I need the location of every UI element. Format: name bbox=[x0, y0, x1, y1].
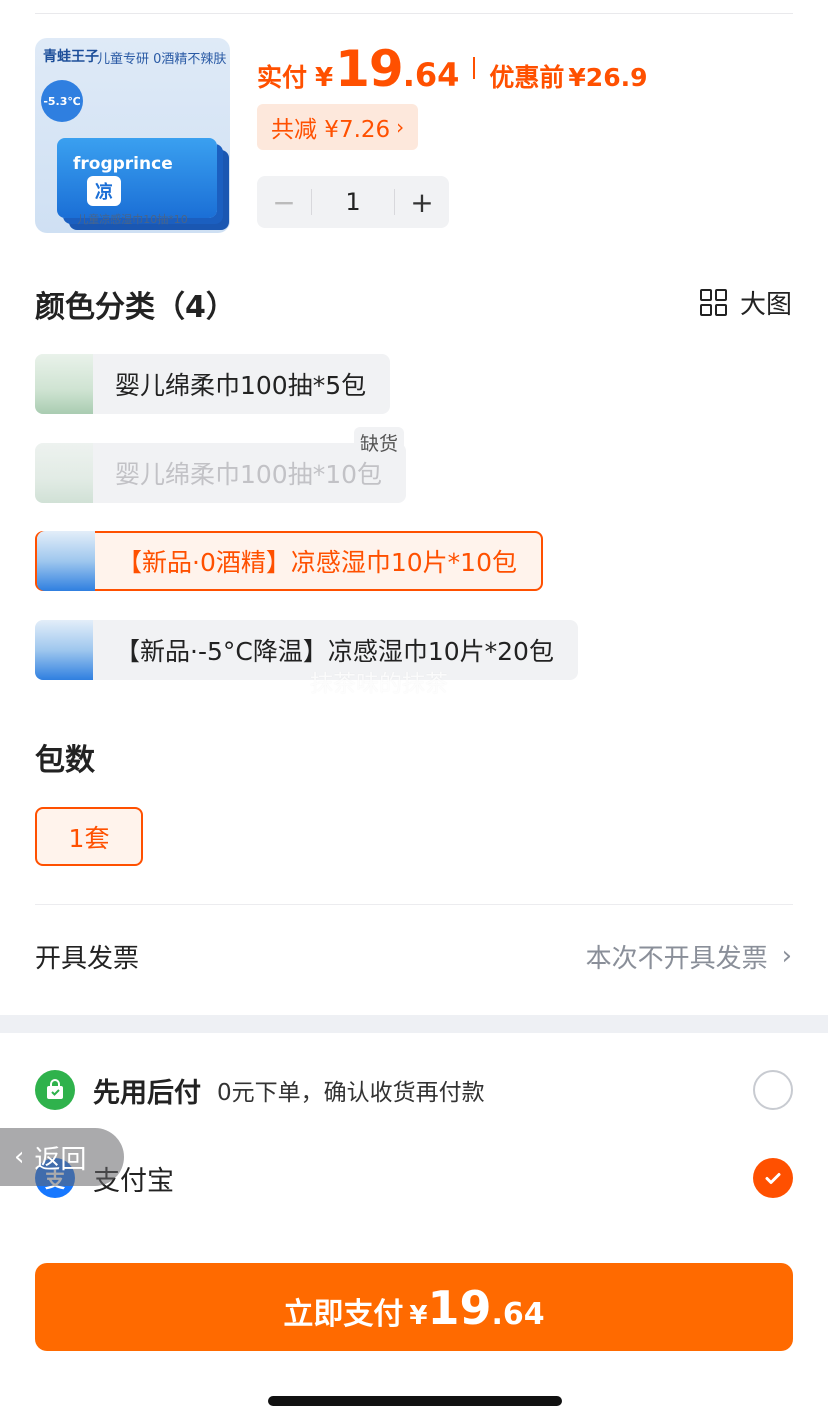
color-option-disabled[interactable]: 婴儿绵柔巾100抽*10包 缺货 bbox=[35, 427, 407, 503]
pay-button-decimal: .64 bbox=[491, 1297, 545, 1332]
price-integer: 19 bbox=[335, 40, 404, 98]
watermark: 抹茶味的抹茶 bbox=[310, 671, 448, 697]
divider bbox=[35, 904, 793, 905]
option-thumbnail bbox=[35, 443, 93, 503]
big-image-toggle[interactable]: 大图 bbox=[699, 284, 792, 321]
chevron-right-icon: › bbox=[781, 941, 792, 971]
original-price: ¥26.9 bbox=[568, 63, 648, 92]
invoice-row[interactable]: 开具发票 本次不开具发票 › bbox=[35, 930, 792, 982]
price-separator bbox=[473, 57, 476, 79]
increment-button[interactable]: + bbox=[395, 186, 449, 219]
grid-icon bbox=[699, 288, 728, 317]
radio-checked[interactable] bbox=[753, 1158, 793, 1198]
option-label: 婴儿绵柔巾100抽*5包 bbox=[115, 371, 367, 400]
color-option[interactable]: 婴儿绵柔巾100抽*5包 bbox=[35, 354, 391, 414]
invoice-value-text: 本次不开具发票 bbox=[585, 943, 768, 974]
thumb-tagline: 儿童专研 0酒精不辣肤 bbox=[97, 52, 227, 67]
option-thumbnail bbox=[37, 531, 95, 591]
option-label: 婴儿绵柔巾100抽*10包 bbox=[115, 460, 383, 489]
home-indicator bbox=[268, 1396, 562, 1406]
discount-chip[interactable]: 共减 ¥7.26 › bbox=[257, 104, 419, 150]
section-separator bbox=[0, 1015, 828, 1033]
option-label: 【新品·-5°C降温】凉感湿巾10片*20包 bbox=[115, 637, 554, 666]
pay-now-button[interactable]: 立即支付 ¥ 19 .64 bbox=[35, 1263, 793, 1351]
chevron-left-icon: ‹ bbox=[14, 1142, 25, 1172]
pay-button-currency: ¥ bbox=[409, 1301, 428, 1331]
radio-unchecked[interactable] bbox=[753, 1070, 793, 1110]
color-option-selected[interactable]: 【新品·0酒精】凉感湿巾10片*10包 bbox=[35, 531, 543, 591]
chevron-right-icon: › bbox=[396, 115, 405, 139]
price-label: 实付 bbox=[257, 63, 308, 92]
quantity-value[interactable]: 1 bbox=[312, 188, 394, 216]
big-image-label: 大图 bbox=[739, 290, 792, 320]
payment-desc: 0元下单，确认收货再付款 bbox=[217, 1080, 485, 1106]
pay-button-integer: 19 bbox=[427, 1281, 492, 1335]
quantity-stepper: − 1 + bbox=[257, 176, 449, 228]
top-divider bbox=[35, 13, 793, 14]
discount-text: 共减 ¥7.26 bbox=[271, 117, 391, 143]
checkmark-icon bbox=[765, 1173, 781, 1184]
product-thumbnail[interactable]: 青蛙王子 儿童专研 0酒精不辣肤 -5.3℃ frogprince 凉 儿童凉感… bbox=[35, 38, 230, 233]
original-price-label: 优惠前 bbox=[489, 63, 565, 92]
pack-option-selected[interactable]: 1套 bbox=[35, 807, 143, 866]
payment-name: 先用后付 bbox=[93, 1077, 201, 1109]
price-decimal: .64 bbox=[402, 56, 460, 94]
thumb-caption: 儿童凉感湿巾10抽*10 bbox=[77, 213, 188, 226]
payment-option-alipay[interactable]: 支 支付宝 bbox=[35, 1148, 793, 1208]
thumb-pack-brand: frogprince bbox=[73, 154, 173, 174]
thumb-brand: 青蛙王子 bbox=[43, 49, 99, 65]
back-button[interactable]: ‹ 返回 bbox=[0, 1128, 124, 1186]
thumb-pack-mark: 凉 bbox=[87, 176, 121, 206]
thumb-temp-badge: -5.3℃ bbox=[41, 80, 83, 122]
color-option[interactable]: 【新品·-5°C降温】凉感湿巾10片*20包 bbox=[35, 620, 578, 680]
back-label: 返回 bbox=[34, 1144, 87, 1175]
color-section-title: 颜色分类（4） bbox=[35, 290, 236, 325]
payment-option-pay-later[interactable]: 先用后付 0元下单，确认收货再付款 bbox=[35, 1060, 793, 1120]
out-of-stock-tag: 缺货 bbox=[354, 427, 405, 457]
shopping-bag-check-icon bbox=[35, 1070, 75, 1110]
product-pack-image bbox=[57, 138, 217, 218]
decrement-button[interactable]: − bbox=[257, 186, 311, 219]
option-label: 【新品·0酒精】凉感湿巾10片*10包 bbox=[117, 548, 517, 577]
price-row: 实付 ¥ 19 .64 优惠前 ¥26.9 bbox=[257, 40, 648, 98]
invoice-value: 本次不开具发票 › bbox=[586, 938, 792, 975]
pack-section-title: 包数 bbox=[35, 743, 95, 778]
pay-button-label: 立即支付 bbox=[283, 1297, 404, 1332]
price-currency: ¥ bbox=[315, 63, 334, 93]
option-thumbnail bbox=[35, 354, 93, 414]
option-thumbnail bbox=[35, 620, 93, 680]
invoice-label: 开具发票 bbox=[35, 943, 140, 974]
